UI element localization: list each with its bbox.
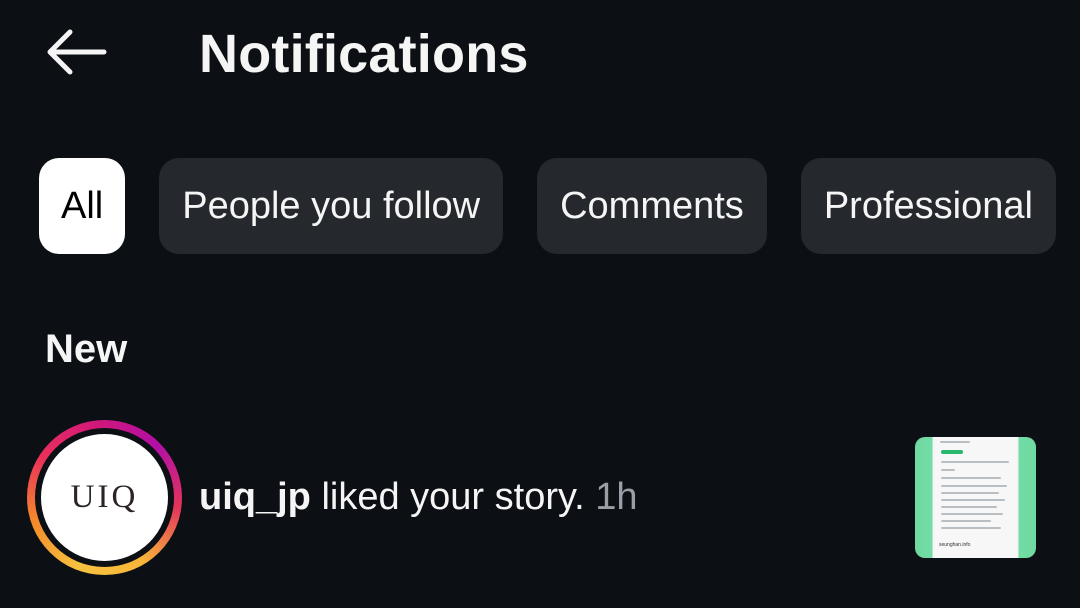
- filter-chip-all[interactable]: All: [39, 158, 126, 254]
- story-thumbnail[interactable]: seunghan.info: [915, 437, 1036, 558]
- notification-text: uiq_jp liked your story. 1h: [199, 474, 638, 520]
- section-heading-new: New: [45, 327, 128, 371]
- story-ring[interactable]: UIQ: [27, 420, 182, 575]
- notifications-screen: Notifications All People you follow Comm…: [0, 0, 1080, 608]
- notification-time: 1h: [595, 476, 638, 518]
- notification-action: liked your story.: [310, 476, 585, 518]
- avatar-gap: UIQ: [35, 428, 174, 567]
- avatar: UIQ: [41, 434, 168, 561]
- back-button[interactable]: [40, 26, 112, 82]
- arrow-left-icon: [44, 28, 108, 81]
- filter-chips: All People you follow Comments Professio…: [39, 158, 1056, 254]
- filter-chip-people-you-follow[interactable]: People you follow: [159, 158, 504, 254]
- notification-username[interactable]: uiq_jp: [199, 476, 311, 518]
- page-title: Notifications: [199, 24, 529, 84]
- notification-item[interactable]: UIQ uiq_jp liked your story. 1h seunghan…: [0, 418, 1080, 578]
- filter-chip-professional[interactable]: Professional: [800, 158, 1056, 254]
- filter-chip-comments[interactable]: Comments: [537, 158, 767, 254]
- thumbnail-caption: seunghan.info: [939, 542, 971, 548]
- thumbnail-card: seunghan.info: [935, 437, 1016, 558]
